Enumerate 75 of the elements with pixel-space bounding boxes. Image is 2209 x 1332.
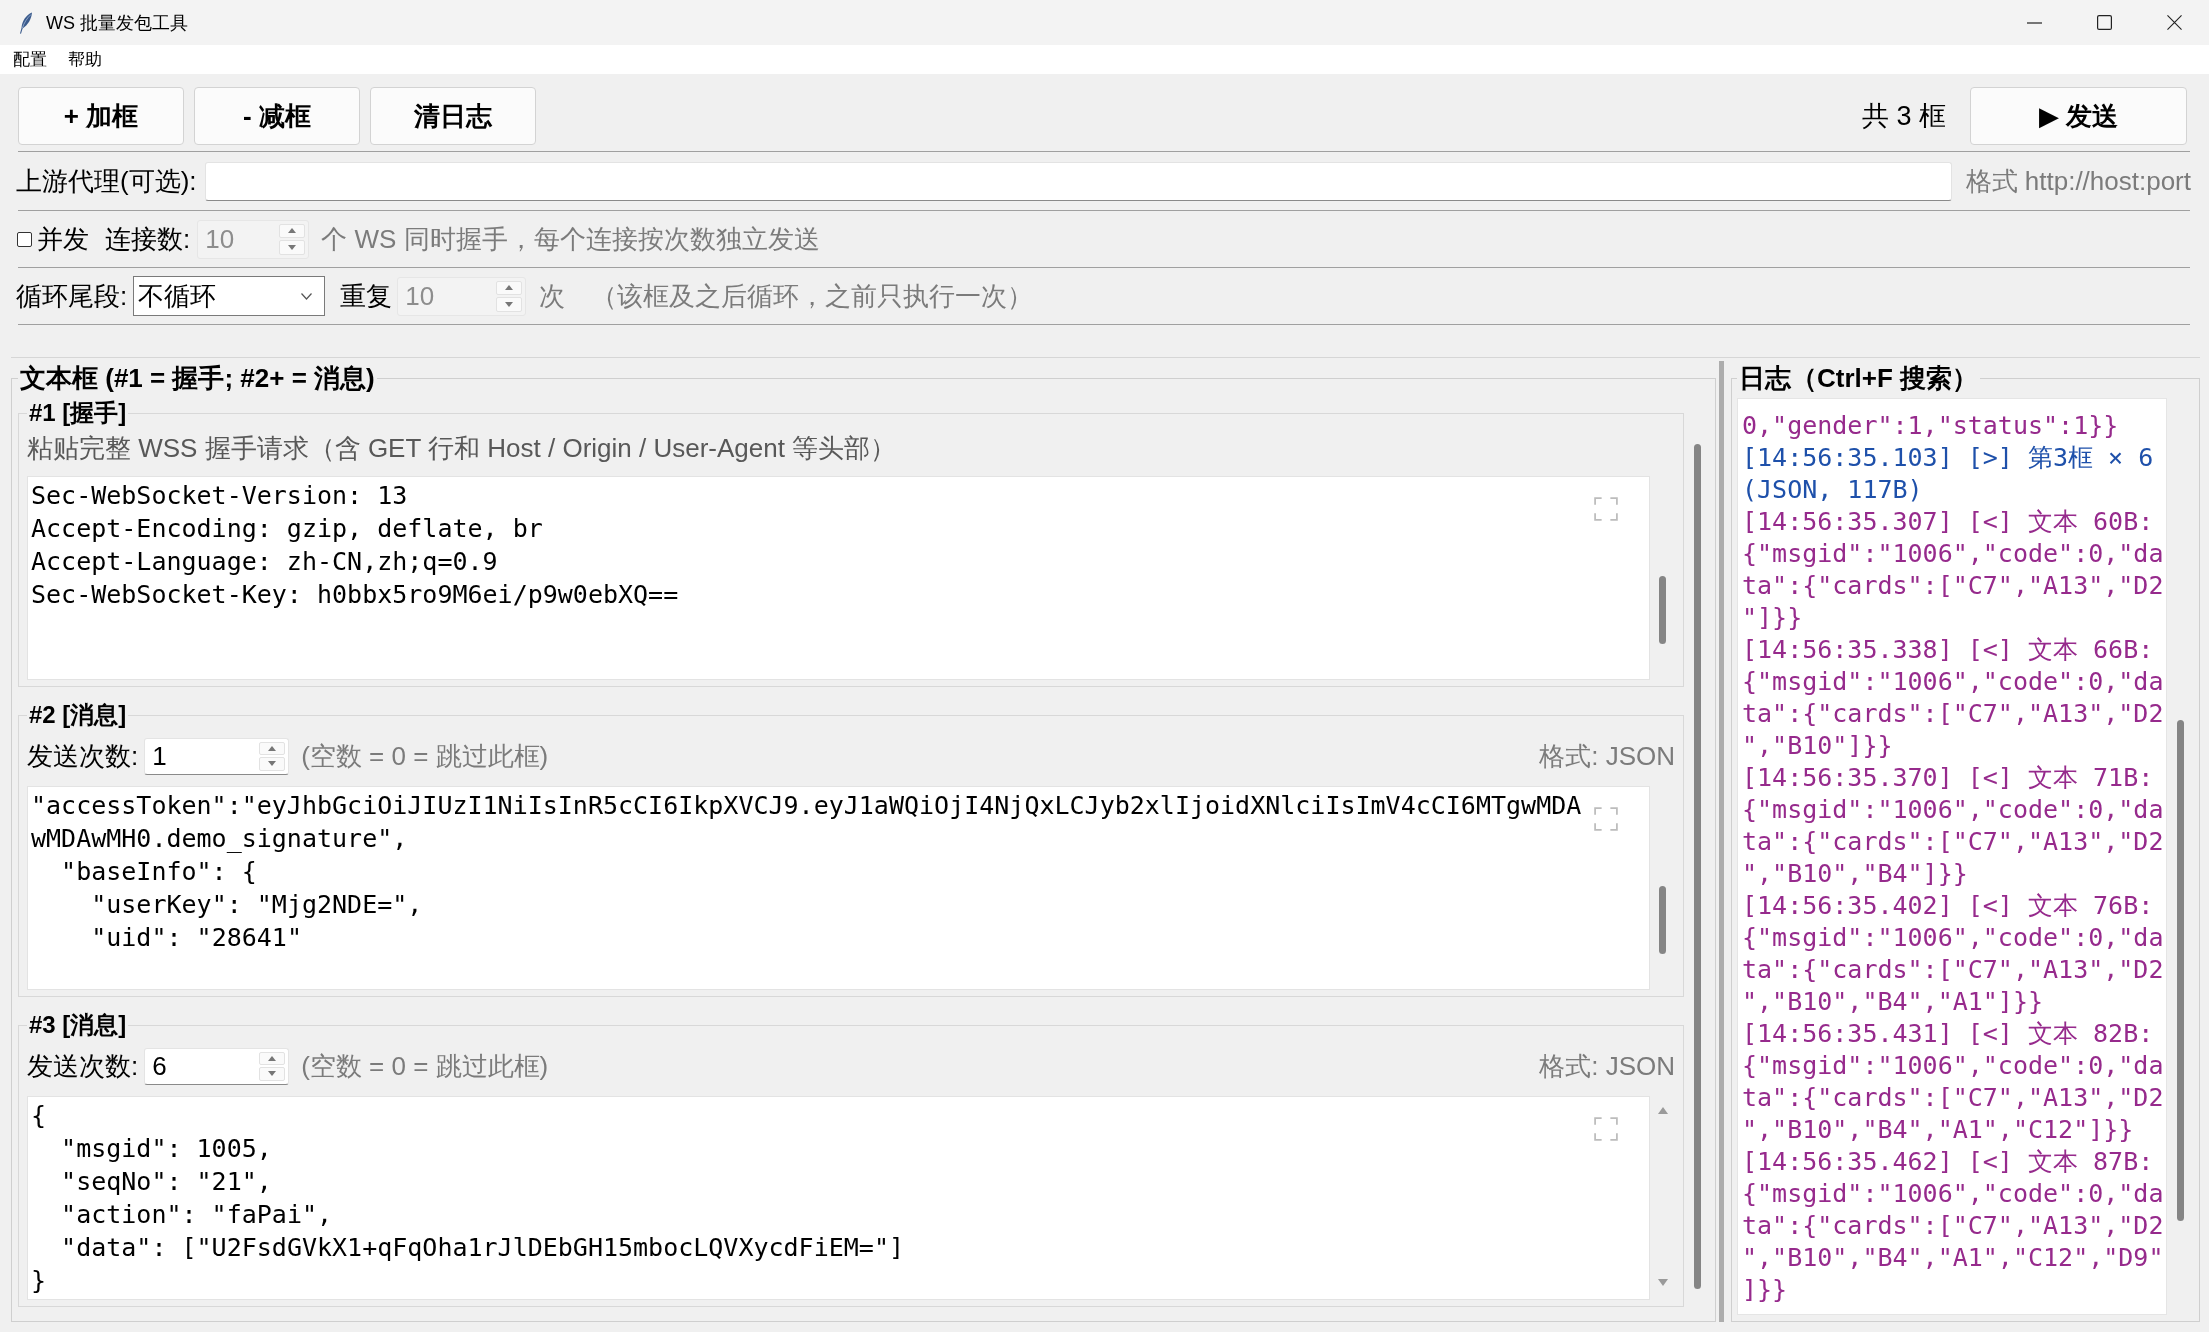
panel-title: 日志（Ctrl+F 搜索）	[1738, 362, 1980, 395]
expand-icon[interactable]	[1594, 807, 1618, 831]
code-text: Sec-WebSocket-Version: 13 Accept-Encoding: gzip, deflate, br Accept-Language: zh-CN,zh;q=0.9 Sec-WebSocket-Key: h0bbx5ro9M6ei/p9w0ebXQ==	[30, 480, 680, 611]
log-entry: [14:56:35.103] [>] 第3框 × 6 (JSON, 117B)	[1742, 442, 2155, 506]
count-spinbox[interactable]: 6	[144, 1047, 290, 1085]
scrollbar-thumb[interactable]	[1659, 576, 1666, 644]
up-caret-icon	[268, 745, 277, 751]
frame-title: #1 [握手]	[28, 398, 128, 428]
down-caret-icon	[268, 761, 277, 767]
caret-icon	[301, 292, 313, 300]
close-icon	[2166, 15, 2182, 30]
expand-icon[interactable]	[1594, 497, 1618, 521]
proxy-input[interactable]	[204, 161, 1952, 201]
send-count-label: 发送次数:	[27, 1049, 139, 1083]
loop-combobox[interactable]: 不循环	[133, 276, 326, 316]
scrollbar-thumb[interactable]	[2177, 720, 2184, 1221]
scrollbar-thumb[interactable]	[1659, 886, 1666, 954]
text-area[interactable]: { "msgid": 1005, "seqNo": "21", "action": "faPai", "data": ["U2FsdGVkX1+qFqOha1rJlDEbGH15mbocLQVXycdFiEM="] }	[27, 1096, 1650, 1300]
feather-icon	[19, 11, 33, 34]
checkbox-label: 并发	[37, 222, 89, 256]
spin-up-button[interactable]	[259, 741, 286, 755]
skip-note: (空数 = 0 = 跳过此框)	[301, 1049, 549, 1083]
skip-note: (空数 = 0 = 跳过此框)	[301, 739, 549, 773]
repeat-unit: 次	[539, 279, 566, 313]
toolbar-button[interactable]: + 加框	[18, 87, 184, 145]
log-entry: [14:56:35.431] [<] 文本 82B: {"msgid":"1006","code":0,"data":{"cards":["C7","A13","D2","B10","B4","A1","C12"]}}	[1742, 1018, 2165, 1146]
text-area[interactable]: "accessToken":"eyJhbGciOiJIUzI1NiIsInR5cCI6IkpXVCJ9.eyJ1aWQiOjI4NjQxLCJyb2xlIjoidXNlciIsImV4cCI6MTgwMDAwMDAwMH0.demo_signature", "baseInfo": { "userKey": "Mjg2NDE=", "uid": "28641"	[27, 786, 1650, 990]
frame-count: 共 3 框	[1861, 100, 1946, 133]
frame-title: #3 [消息]	[28, 1010, 128, 1040]
spin-down-button[interactable]	[259, 1067, 286, 1081]
log-entry: 0,"gender":1,"status":1}}	[1742, 410, 2120, 442]
frame-title: #2 [消息]	[28, 700, 128, 730]
text-area[interactable]: Sec-WebSocket-Version: 13 Accept-Encoding: gzip, deflate, br Accept-Language: zh-CN,zh;q=0.9 Sec-WebSocket-Key: h0bbx5ro9M6ei/p9w0ebXQ==	[27, 476, 1650, 680]
down-caret-icon	[505, 301, 514, 307]
connection-count-label: 连接数:	[105, 222, 191, 256]
toolbar-button[interactable]: 清日志	[370, 87, 536, 145]
proxy-format-hint: 格式 http://host:port	[1965, 164, 2191, 198]
menu-item[interactable]: 帮助	[68, 48, 102, 71]
scroll-up-arrow-icon[interactable]	[1657, 1107, 1668, 1114]
up-caret-icon	[505, 285, 514, 291]
handshake-hint: 粘贴完整 WSS 握手请求（含 GET 行和 Host / Origin / User-Agent 等头部）	[27, 431, 898, 465]
spin-up-button[interactable]	[259, 1051, 286, 1065]
code-text: { "msgid": 1005, "seqNo": "21", "action": "faPai", "data": ["U2FsdGVkX1+qFqOha1rJlDEbGH15mbocLQVXycdFiEM="] }	[30, 1100, 905, 1297]
scrollbar-thumb[interactable]	[1694, 444, 1701, 1289]
splitter-handle[interactable]	[1719, 361, 1724, 1322]
code-text: "accessToken":"eyJhbGciOiJIUzI1NiIsInR5cCI6IkpXVCJ9.eyJ1aWQiOjI4NjQxLCJyb2xlIjoidXNlciIsImV4cCI6MTgwMDAwMDAwMH0.demo_signature", "baseInfo": { "userKey": "Mjg2NDE=", "uid": "28641"	[30, 790, 1583, 954]
log-entry: [14:56:35.402] [<] 文本 76B: {"msgid":"1006","code":0,"data":{"cards":["C7","A13","D2","B10","B4","A1"]}}	[1742, 890, 2165, 1018]
menu-item[interactable]: 配置	[13, 48, 47, 71]
count-spinbox[interactable]: 1	[144, 737, 290, 775]
send-count-label: 发送次数:	[27, 739, 139, 773]
expand-icon[interactable]	[1594, 1117, 1618, 1141]
log-entry: [14:56:35.338] [<] 文本 66B: {"msgid":"1006","code":0,"data":{"cards":["C7","A13","D2","B10"]}}	[1742, 634, 2165, 762]
down-caret-icon	[288, 244, 297, 250]
spin-down-button[interactable]	[259, 757, 286, 771]
format-label: 格式: JSON	[1539, 739, 1675, 773]
log-entry: [14:56:35.307] [<] 文本 60B: {"msgid":"1006","code":0,"data":{"cards":["C7","A13","D2"]}}	[1742, 506, 2165, 634]
minimize-icon	[2026, 21, 2042, 24]
loop-note: （该框及之后循环，之前只执行一次）	[591, 279, 1034, 313]
maximize-icon	[2096, 15, 2112, 30]
scroll-down-arrow-icon[interactable]	[1657, 1279, 1668, 1286]
proxy-label: 上游代理(可选):	[16, 164, 197, 198]
concurrency-checkbox[interactable]	[17, 231, 32, 247]
panel-title: 文本框 (#1 = 握手; #2+ = 消息)	[19, 362, 376, 395]
loop-label: 循环尾段:	[16, 279, 128, 313]
window-title: WS 批量发包工具	[46, 11, 188, 35]
down-caret-icon	[268, 1071, 277, 1077]
log-entry: [14:56:35.370] [<] 文本 71B: {"msgid":"1006","code":0,"data":{"cards":["C7","A13","D2","B10","B4"]}}	[1742, 762, 2165, 890]
concurrency-note: 个 WS 同时握手，每个连接按次数独立发送	[321, 222, 820, 256]
toolbar-button[interactable]: - 减框	[194, 87, 360, 145]
up-caret-icon	[288, 228, 297, 234]
repeat-label: 重复	[340, 279, 393, 313]
send-button[interactable]: ▶ 发送	[1970, 87, 2187, 145]
log-entry: [14:56:35.462] [<] 文本 87B: {"msgid":"1006","code":0,"data":{"cards":["C7","A13","D2","B10","B4","A1","C12","D9"]}}	[1742, 1146, 2165, 1306]
up-caret-icon	[268, 1055, 277, 1061]
format-label: 格式: JSON	[1539, 1049, 1675, 1083]
